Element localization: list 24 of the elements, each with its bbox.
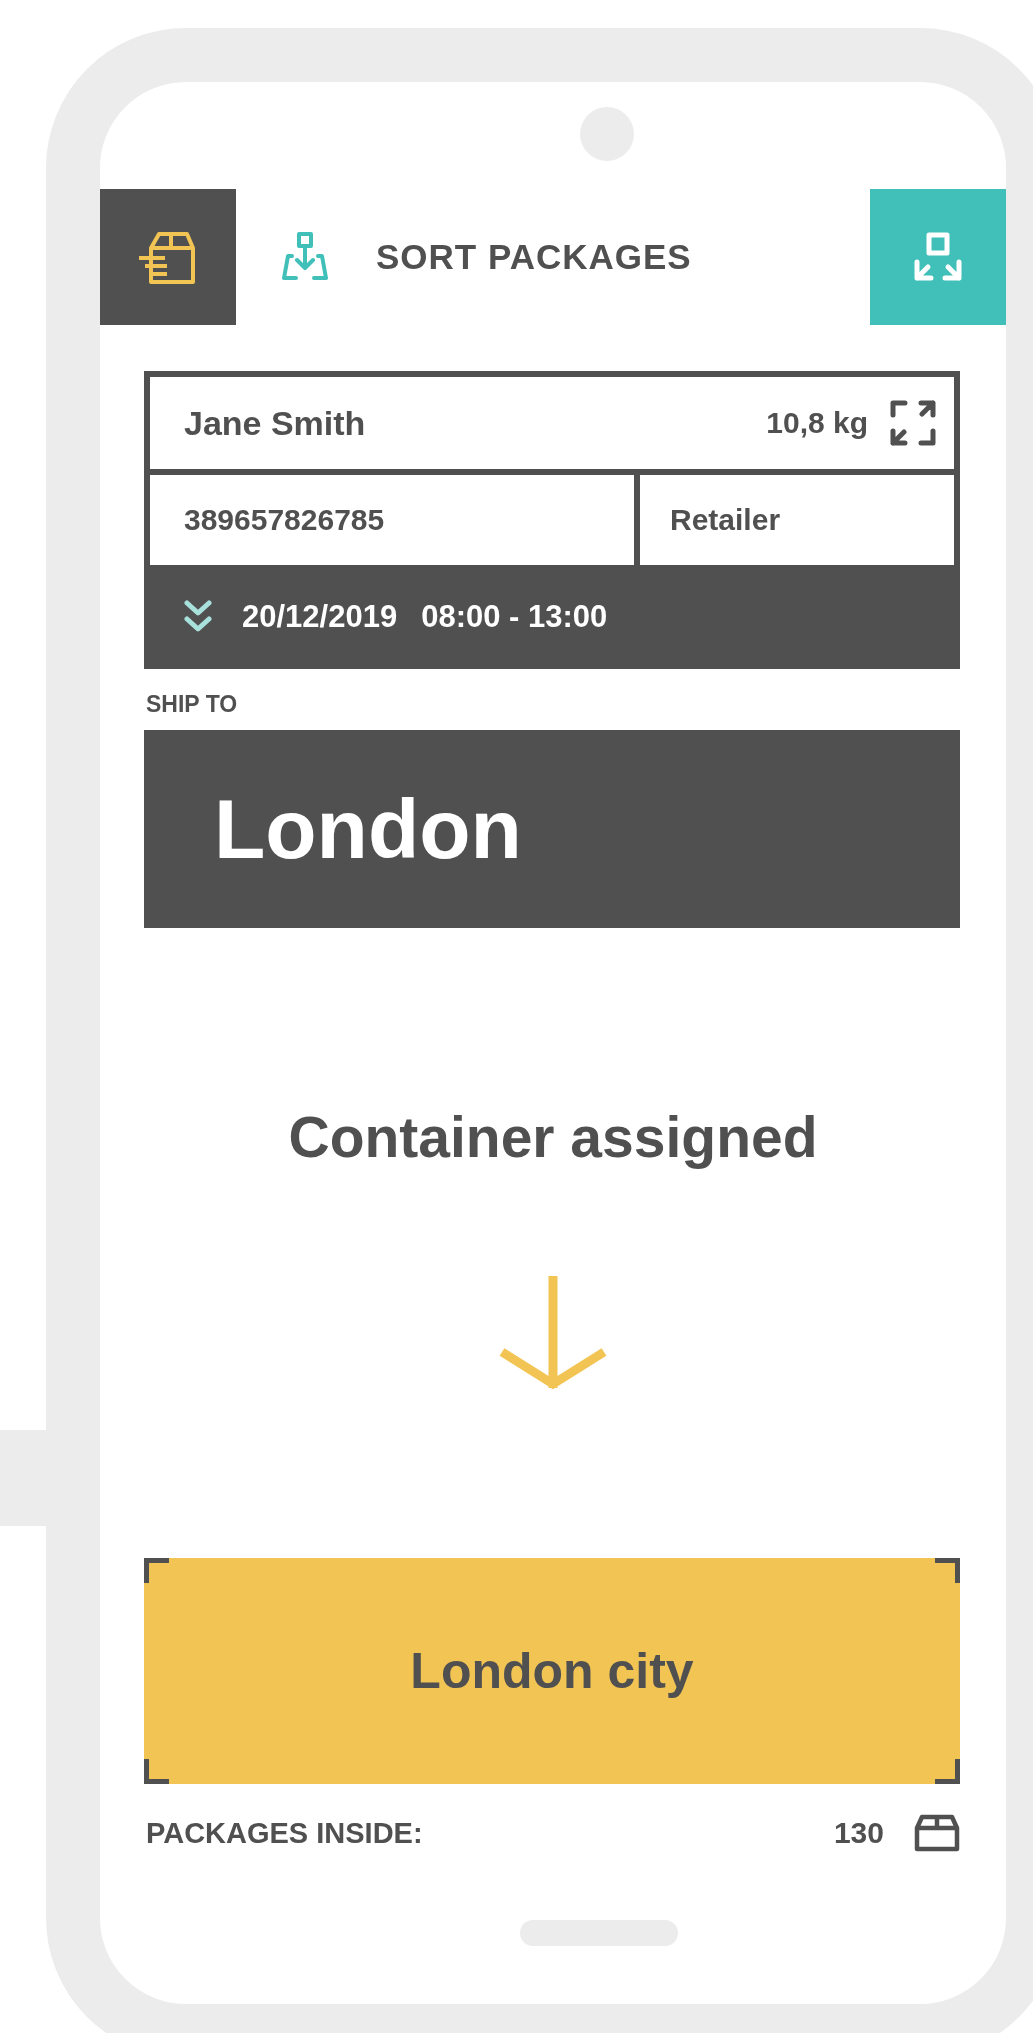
box-icon <box>914 1814 960 1852</box>
screen-title: SORT PACKAGES <box>376 237 692 277</box>
packages-count: 130 <box>833 1816 884 1850</box>
package-menu-button[interactable] <box>100 189 236 325</box>
double-chevron-icon <box>184 600 212 634</box>
corner-bracket <box>144 1759 169 1784</box>
delivery-date: 20/12/2019 <box>242 599 398 635</box>
status-message: Container assigned <box>287 1104 819 1170</box>
destination-city: London <box>214 780 522 878</box>
corner-bracket <box>144 1558 169 1583</box>
packages-inside-label: PACKAGES INSIDE: <box>146 1816 424 1850</box>
ship-to-label: SHIP TO <box>146 691 239 718</box>
corner-bracket <box>935 1759 960 1784</box>
recipient-name: Jane Smith <box>184 403 367 443</box>
sort-icon <box>282 232 328 282</box>
sender-type: Retailer <box>670 503 781 537</box>
tracking-number: 389657826785 <box>184 503 385 537</box>
container-target[interactable]: London city <box>144 1558 960 1784</box>
corner-bracket <box>935 1558 960 1583</box>
container-name: London city <box>410 1642 694 1700</box>
delivery-time-window: 08:00 - 13:00 <box>421 599 608 635</box>
fullscreen-icon[interactable] <box>890 400 936 446</box>
package-weight: 10,8 kg <box>766 406 868 440</box>
expand-icon <box>913 232 963 282</box>
